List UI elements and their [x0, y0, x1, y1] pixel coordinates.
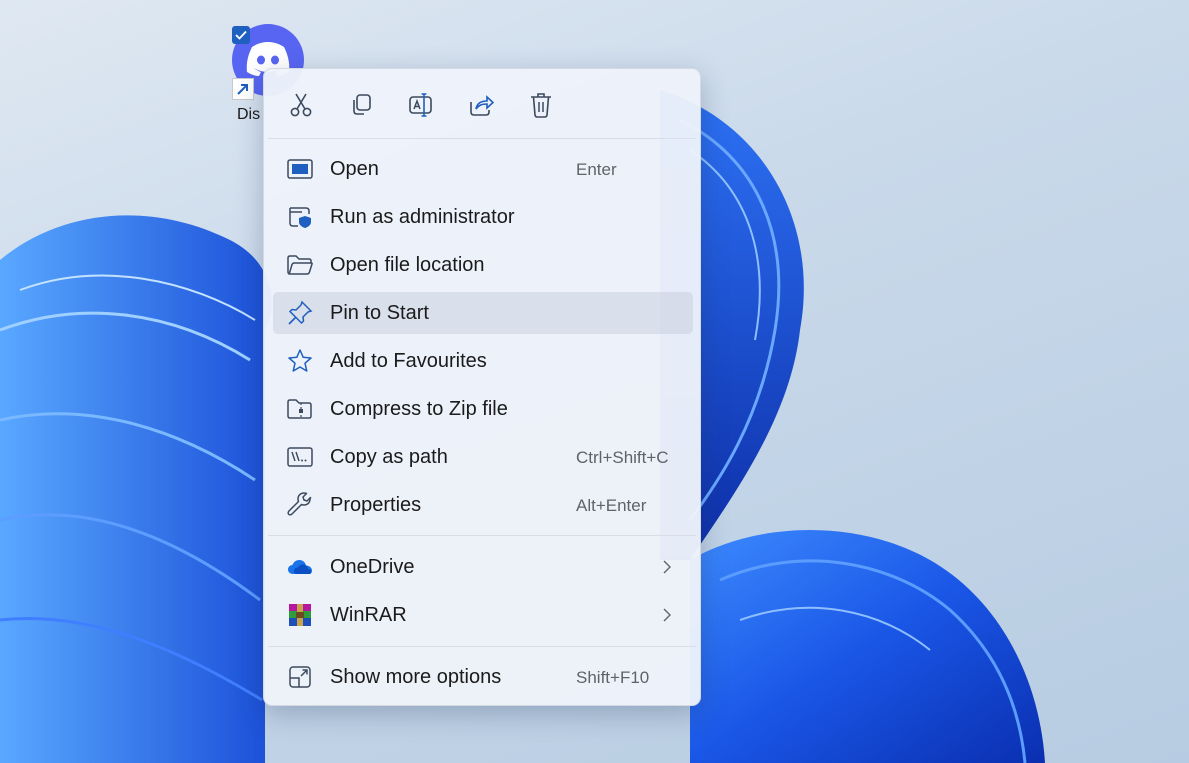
rename-icon	[409, 93, 432, 117]
menu-item-label: Open file location	[330, 254, 485, 276]
menu-item-label: WinRAR	[330, 604, 407, 626]
menu-item-label: Copy as path	[330, 446, 448, 468]
menu-item-open-file-location[interactable]: Open file location	[273, 244, 693, 286]
shortcut-text: Ctrl+Shift+C	[576, 448, 669, 467]
admin-shield-icon	[289, 207, 311, 228]
cut-button[interactable]	[283, 87, 319, 123]
context-menu: Open Enter Run as administrator Open fil…	[263, 68, 701, 706]
menu-item-label: Pin to Start	[330, 302, 429, 324]
copy-path-icon	[287, 447, 313, 467]
menu-item-label: Open	[330, 158, 379, 180]
divider	[268, 646, 696, 647]
share-icon	[470, 95, 494, 116]
copy-icon	[353, 94, 371, 115]
menu-item-label: Run as administrator	[330, 206, 515, 228]
menu-item-pin-to-start[interactable]: Pin to Start	[273, 292, 693, 334]
menu-item-properties[interactable]: Properties Alt+Enter	[273, 484, 693, 526]
star-icon	[288, 349, 312, 372]
menu-item-copy-as-path[interactable]: Copy as path Ctrl+Shift+C	[273, 436, 693, 478]
menu-item-run-as-administrator[interactable]: Run as administrator	[273, 196, 693, 238]
scissors-icon	[290, 93, 312, 117]
menu-item-label: Compress to Zip file	[330, 398, 508, 420]
wrench-icon	[287, 492, 312, 516]
share-button[interactable]	[463, 87, 499, 123]
pin-icon	[288, 300, 313, 325]
menu-item-compress-to-zip[interactable]: Compress to Zip file	[273, 388, 693, 430]
shortcut-label: Dis	[237, 106, 261, 123]
rename-button[interactable]	[403, 87, 439, 123]
shortcut-text: Shift+F10	[576, 668, 650, 687]
shortcut-text: Alt+Enter	[576, 496, 647, 515]
divider	[268, 535, 696, 536]
selection-checkbox[interactable]	[232, 26, 250, 44]
menu-item-winrar[interactable]: WinRAR	[273, 594, 693, 636]
shortcut-text: Enter	[576, 160, 617, 179]
menu-item-label: Add to Favourites	[330, 350, 487, 372]
winrar-icon	[289, 604, 311, 626]
zip-folder-icon	[287, 399, 312, 419]
menu-item-label: Show more options	[330, 666, 502, 688]
show-more-icon	[289, 666, 311, 688]
menu-item-add-to-favourites[interactable]: Add to Favourites	[273, 340, 693, 382]
divider	[268, 138, 696, 139]
menu-item-label: OneDrive	[330, 556, 415, 578]
menu-item-show-more-options[interactable]: Show more options Shift+F10	[273, 656, 693, 698]
menu-item-open[interactable]: Open Enter	[273, 148, 693, 190]
chevron-right-icon	[663, 560, 671, 574]
open-window-icon	[287, 159, 313, 179]
chevron-right-icon	[663, 608, 671, 622]
desktop: Dis Open Enter Run as administrator Open…	[0, 0, 1189, 763]
copy-button[interactable]	[343, 87, 379, 123]
delete-button[interactable]	[523, 87, 559, 123]
shortcut-arrow-icon	[232, 78, 254, 100]
quick-actions-bar	[264, 69, 700, 139]
trash-icon	[531, 93, 551, 118]
onedrive-cloud-icon	[288, 560, 312, 574]
folder-icon	[287, 255, 313, 275]
menu-item-label: Properties	[330, 494, 422, 516]
menu-item-onedrive[interactable]: OneDrive	[273, 546, 693, 588]
